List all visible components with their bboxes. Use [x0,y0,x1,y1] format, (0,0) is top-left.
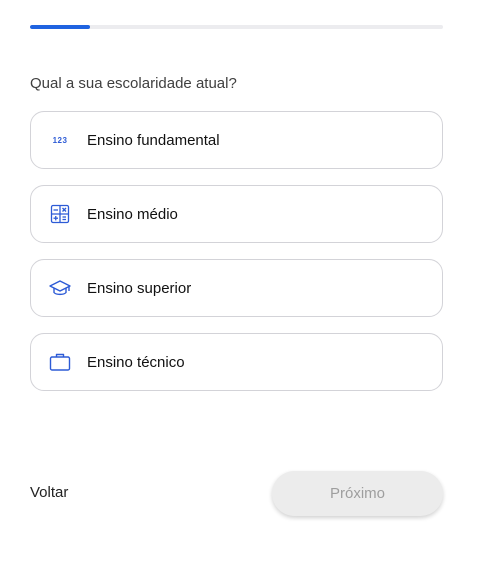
progress-bar-fill [30,25,90,29]
option-ensino-fundamental[interactable]: 123 Ensino fundamental [30,111,443,169]
option-ensino-medio[interactable]: Ensino médio [30,185,443,243]
back-button[interactable]: Voltar [30,484,68,501]
option-label: Ensino fundamental [87,131,220,149]
option-ensino-superior[interactable]: Ensino superior [30,259,443,317]
graduation-cap-icon [49,277,71,299]
question-title: Qual a sua escolaridade atual? [30,75,237,92]
briefcase-icon [49,351,71,373]
option-label: Ensino técnico [87,353,185,371]
next-button[interactable]: Próximo [272,471,443,516]
option-label: Ensino superior [87,279,192,297]
progress-bar [30,25,443,29]
numbers-123-icon: 123 [52,135,68,145]
option-ensino-tecnico[interactable]: Ensino técnico [30,333,443,391]
calculator-icon [49,203,71,225]
option-label: Ensino médio [87,205,178,223]
